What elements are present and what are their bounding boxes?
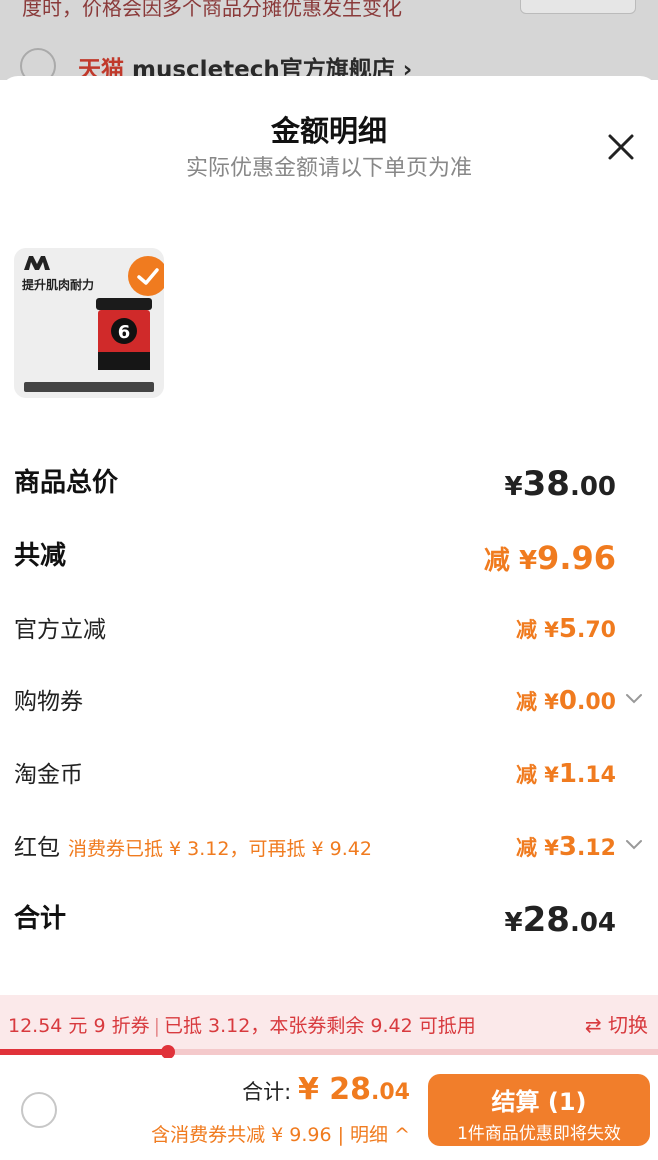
coupon-progress-knob xyxy=(160,1045,175,1059)
footer-discount-text: 含消费券共减 ¥ 9.96 | xyxy=(151,1124,351,1146)
switch-coupon-button[interactable]: ⇄ 切换 xyxy=(585,1009,648,1038)
row-value: 减 ¥1.14 xyxy=(515,759,616,789)
sheet-title: 金额明细 xyxy=(270,114,387,148)
supplement-tub-icon: 6 xyxy=(96,298,152,370)
selected-check-icon[interactable] xyxy=(128,256,164,296)
close-icon[interactable] xyxy=(602,128,640,166)
chevron-down-icon[interactable] xyxy=(624,692,644,706)
background-cart-page: 度时，价格会因多个商品分摊优惠发生变化 天猫 muscletech官方旗舰店 › xyxy=(0,0,658,80)
background-price-notice: 度时，价格会因多个商品分摊优惠发生变化 xyxy=(22,0,402,20)
row-label: 官方立减 xyxy=(14,617,106,643)
coupon-progress-bar xyxy=(0,1045,658,1059)
footer-total-amount: ¥ 28.04 xyxy=(297,1072,410,1107)
row-value: 减 ¥9.96 xyxy=(483,539,616,577)
coupon-name: 12.54 元 9 折券 xyxy=(8,1015,150,1037)
chevron-down-icon[interactable] xyxy=(624,838,644,852)
checkout-footer: 合计: ¥ 28.04 含消费券共减 ¥ 9.96 | 明细 ^ 结算 (1) … xyxy=(0,1058,658,1160)
checkout-button[interactable]: 结算 (1) 1件商品优惠即将失效 xyxy=(428,1074,650,1146)
coupon-progress-fill xyxy=(0,1049,168,1055)
coupon-status: 已抵 3.12，本张券剩余 9.42 可抵用 xyxy=(164,1015,476,1037)
detail-toggle-button[interactable]: 明细 ^ xyxy=(350,1124,410,1146)
product-image-text: 提升肌肉耐力 xyxy=(22,278,95,292)
red-packet-note: 消费券已抵 ¥ 3.12，可再抵 ¥ 9.42 xyxy=(68,838,372,860)
row-value: 减 ¥5.70 xyxy=(515,614,616,644)
row-label: 商品总价 xyxy=(14,468,119,498)
row-value: ¥38.00 xyxy=(504,464,616,504)
product-banner-strip xyxy=(24,382,154,392)
coupon-separator: | xyxy=(153,1015,161,1037)
select-all-radio[interactable] xyxy=(21,1092,57,1128)
row-label: 合计 xyxy=(14,904,67,934)
footer-total-label: 合计: xyxy=(242,1080,298,1104)
row-label: 购物券 xyxy=(14,689,83,715)
product-thumbnail[interactable]: 提升肌肉耐力 6 xyxy=(14,248,164,398)
row-label: 红包 消费券已抵 ¥ 3.12，可再抵 ¥ 9.42 xyxy=(14,835,372,861)
consumption-coupon-bar: 12.54 元 9 折券 | 已抵 3.12，本张券剩余 9.42 可抵用 ⇄ 切换 xyxy=(0,995,658,1049)
brand-logo-icon xyxy=(24,256,50,270)
checkout-label: 结算 (1) xyxy=(491,1088,587,1116)
sheet-subtitle: 实际优惠金额请以下单页为准 xyxy=(185,156,472,181)
background-notice-button xyxy=(520,0,636,14)
row-value: 减 ¥0.00 xyxy=(515,686,616,716)
footer-discount: 含消费券共减 ¥ 9.96 | 明细 ^ xyxy=(151,1120,410,1147)
svg-text:6: 6 xyxy=(118,322,131,343)
footer-total: 合计: ¥ 28.04 xyxy=(242,1072,410,1107)
checkout-subtext: 1件商品优惠即将失效 xyxy=(457,1124,621,1144)
row-label: 共减 xyxy=(14,541,67,571)
coupon-text: 12.54 元 9 折券 | 已抵 3.12，本张券剩余 9.42 可抵用 xyxy=(8,1011,476,1038)
row-value: 减 ¥3.12 xyxy=(515,832,616,862)
row-label: 淘金币 xyxy=(14,762,83,788)
row-value: ¥28.04 xyxy=(504,900,616,940)
